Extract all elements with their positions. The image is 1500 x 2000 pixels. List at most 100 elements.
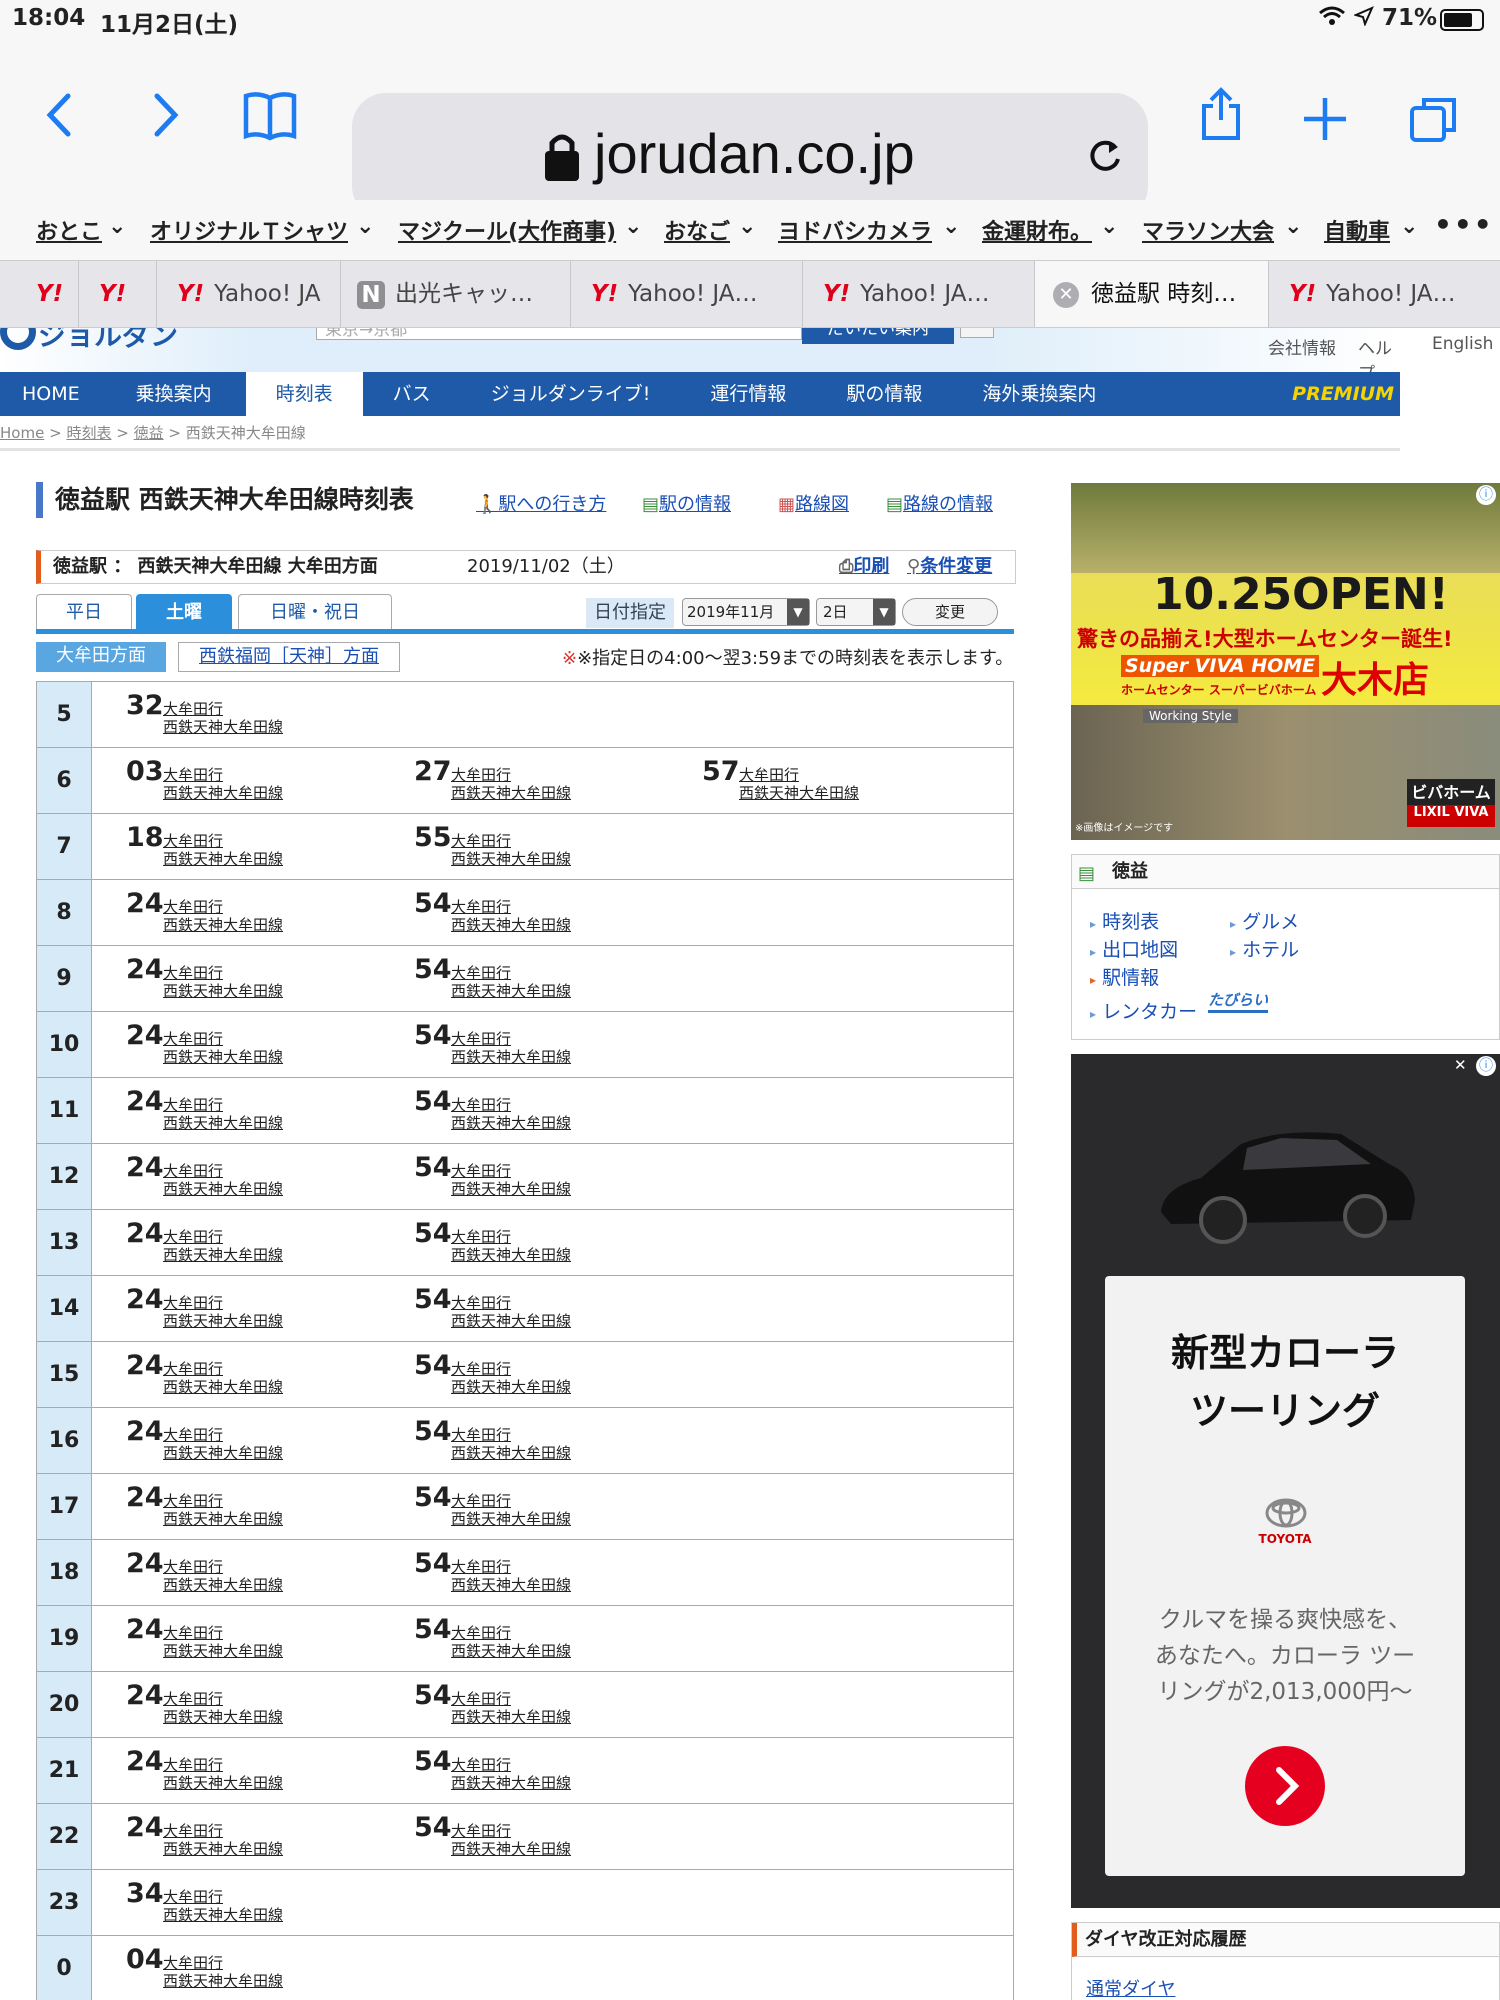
back-button[interactable] [40,90,80,144]
nav-bus[interactable]: バス [363,372,461,416]
link-exit-map[interactable]: ▸ 出口地図 [1090,935,1178,962]
line-link[interactable]: 西鉄天神大牟田線 [163,1244,283,1265]
nav-premium[interactable]: PREMIUM [1270,372,1400,416]
nav-live[interactable]: ジョルダンライブ! [461,372,681,416]
ad-info-icon[interactable]: ⓘ [1476,485,1496,505]
line-link[interactable]: 西鉄天神大牟田線 [163,848,283,869]
tab-yahoo[interactable]: Y! Yahoo! JA… [802,261,1034,327]
line-link[interactable]: 西鉄天神大牟田線 [451,1310,571,1331]
line-link[interactable]: 西鉄天神大牟田線 [163,1838,283,1859]
bookmarks-icon[interactable] [242,90,298,146]
line-link[interactable]: 西鉄天神大牟田線 [163,1640,283,1661]
day-select[interactable]: 2日 ▼ [816,598,896,626]
line-link[interactable]: 西鉄天神大牟田線 [163,1442,283,1463]
line-link[interactable]: 西鉄天神大牟田線 [451,980,571,1001]
line-link[interactable]: 西鉄天神大牟田線 [163,1772,283,1793]
line-link[interactable]: 西鉄天神大牟田線 [163,1046,283,1067]
line-link[interactable]: 西鉄天神大牟田線 [451,1574,571,1595]
line-link[interactable]: 西鉄天神大牟田線 [163,1508,283,1529]
nav-station[interactable]: 駅の情報 [816,372,952,416]
ad-info-icon[interactable]: ⓘ [1476,1056,1496,1076]
line-link[interactable]: 西鉄天神大牟田線 [451,1046,571,1067]
line-link[interactable]: 西鉄天神大牟田線 [163,1112,283,1133]
tab-yahoo[interactable]: Y! Yahoo! JA… [570,261,802,327]
share-icon[interactable] [1198,86,1244,146]
link-timetable[interactable]: ▸ 時刻表 [1090,907,1159,934]
nav-transfer[interactable]: 乗換案内 [102,372,246,416]
forward-button[interactable] [145,90,185,144]
line-link[interactable]: 西鉄天神大牟田線 [163,1706,283,1727]
link-route-map[interactable]: ▦路線図 [778,490,849,516]
direction-tab-fukuoka[interactable]: 西鉄福岡［天神］方面 [178,642,400,672]
bookmark-item[interactable]: 金運財布。 [982,214,1092,246]
line-link[interactable]: 西鉄天神大牟田線 [163,1970,283,1991]
site-logo[interactable]: ジョルダン [38,328,178,354]
link-rentacar[interactable]: ▸ レンタカー [1090,997,1197,1024]
link-station-info[interactable]: ▸ 駅情報 [1090,963,1159,990]
line-link[interactable]: 西鉄天神大牟田線 [451,1244,571,1265]
header-link[interactable]: 会社情報 [1268,334,1336,359]
breadcrumb-timetable[interactable]: 時刻表 [66,424,111,442]
tab-idemitsu[interactable]: N 出光キャッ… [340,261,570,327]
line-link[interactable]: 西鉄天神大牟田線 [451,1376,571,1397]
ad-arrow-button[interactable] [1245,1746,1325,1826]
line-link[interactable]: 西鉄天神大牟田線 [451,1442,571,1463]
line-link[interactable]: 西鉄天神大牟田線 [163,1904,283,1925]
line-link[interactable]: 西鉄天神大牟田線 [451,1178,571,1199]
tab-sunday-holiday[interactable]: 日曜・祝日 [238,594,392,630]
search-button[interactable]: だいたい案内 [802,328,954,344]
line-link[interactable]: 西鉄天神大牟田線 [451,848,571,869]
line-link[interactable]: 西鉄天神大牟田線 [163,782,283,803]
ad-close-icon[interactable]: ✕ [1454,1056,1472,1076]
link-station-info[interactable]: ▤駅の情報 [642,490,731,516]
nav-operation[interactable]: 運行情報 [680,372,816,416]
line-link[interactable]: 西鉄天神大牟田線 [451,914,571,935]
bookmark-item[interactable]: 自動車 [1324,214,1390,246]
bookmark-item[interactable]: マラソン大会 [1142,214,1274,246]
line-link[interactable]: 西鉄天神大牟田線 [451,1112,571,1133]
nav-home[interactable]: HOME [0,372,102,416]
reload-icon[interactable] [1087,137,1123,179]
print-link[interactable]: ⎙印刷 [839,551,889,583]
breadcrumb-station[interactable]: 徳益 [134,424,164,442]
ad-toyota[interactable]: ⓘ ✕ 新型カローラ ツーリング TOYOTA クルマを操る爽快感を、 あなたへ… [1071,1054,1500,1908]
line-link[interactable]: 西鉄天神大牟田線 [163,914,283,935]
link-directions[interactable]: 🚶駅への行き方 [476,490,606,516]
tab-active[interactable]: ✕ 徳益駅 時刻… [1034,261,1268,327]
link-hotel[interactable]: ▸ ホテル [1230,935,1299,962]
tab-weekday[interactable]: 平日 [36,594,132,630]
help-button[interactable]: ? [960,328,994,338]
tabs-overview-icon[interactable] [1408,94,1460,148]
tab-yahoo[interactable]: Y! Yahoo! JA… [1268,261,1500,327]
tab-saturday[interactable]: 土曜 [136,594,232,630]
new-tab-icon[interactable] [1302,96,1348,146]
change-conditions-link[interactable]: ⚲条件変更 [907,551,992,583]
nav-timetable[interactable]: 時刻表 [245,372,363,416]
direction-tab-omuta[interactable]: 大牟田方面 [36,642,166,672]
bookmark-item[interactable]: おなご [664,214,730,246]
line-link[interactable]: 西鉄天神大牟田線 [163,980,283,1001]
nav-overseas[interactable]: 海外乗換案内 [952,372,1126,416]
line-link[interactable]: 西鉄天神大牟田線 [451,782,571,803]
tab-yahoo[interactable]: Y! Yahoo! JA [156,261,340,327]
line-link[interactable]: 西鉄天神大牟田線 [163,1574,283,1595]
link-line-info[interactable]: ▤路線の情報 [886,490,993,516]
link-gourmet[interactable]: ▸ グルメ [1230,907,1299,934]
line-link[interactable]: 西鉄天神大牟田線 [451,1772,571,1793]
header-link[interactable]: English [1432,334,1493,354]
line-link[interactable]: 西鉄天神大牟田線 [163,1178,283,1199]
more-icon[interactable]: ••• [1434,208,1494,241]
bookmark-item[interactable]: オリジナルＴシャツ [150,214,348,246]
line-link[interactable]: 西鉄天神大牟田線 [163,1376,283,1397]
bookmark-item[interactable]: おとこ [36,214,102,246]
line-link[interactable]: 西鉄天神大牟田線 [163,1310,283,1331]
change-button[interactable]: 変更 [902,598,998,626]
line-link[interactable]: 西鉄天神大牟田線 [451,1508,571,1529]
line-link[interactable]: 西鉄天神大牟田線 [451,1640,571,1661]
line-link[interactable]: 西鉄天神大牟田線 [163,716,283,737]
ad-vivahome[interactable]: ⓘ 10.25OPEN! 驚きの品揃え!大型ホームセンター誕生! Super V… [1071,483,1500,840]
bookmark-item[interactable]: マジクール(大作商事) [398,214,616,246]
tab-stacked[interactable]: Y! [0,261,78,327]
breadcrumb-home[interactable]: Home [0,424,44,442]
close-icon[interactable]: ✕ [1053,281,1079,308]
